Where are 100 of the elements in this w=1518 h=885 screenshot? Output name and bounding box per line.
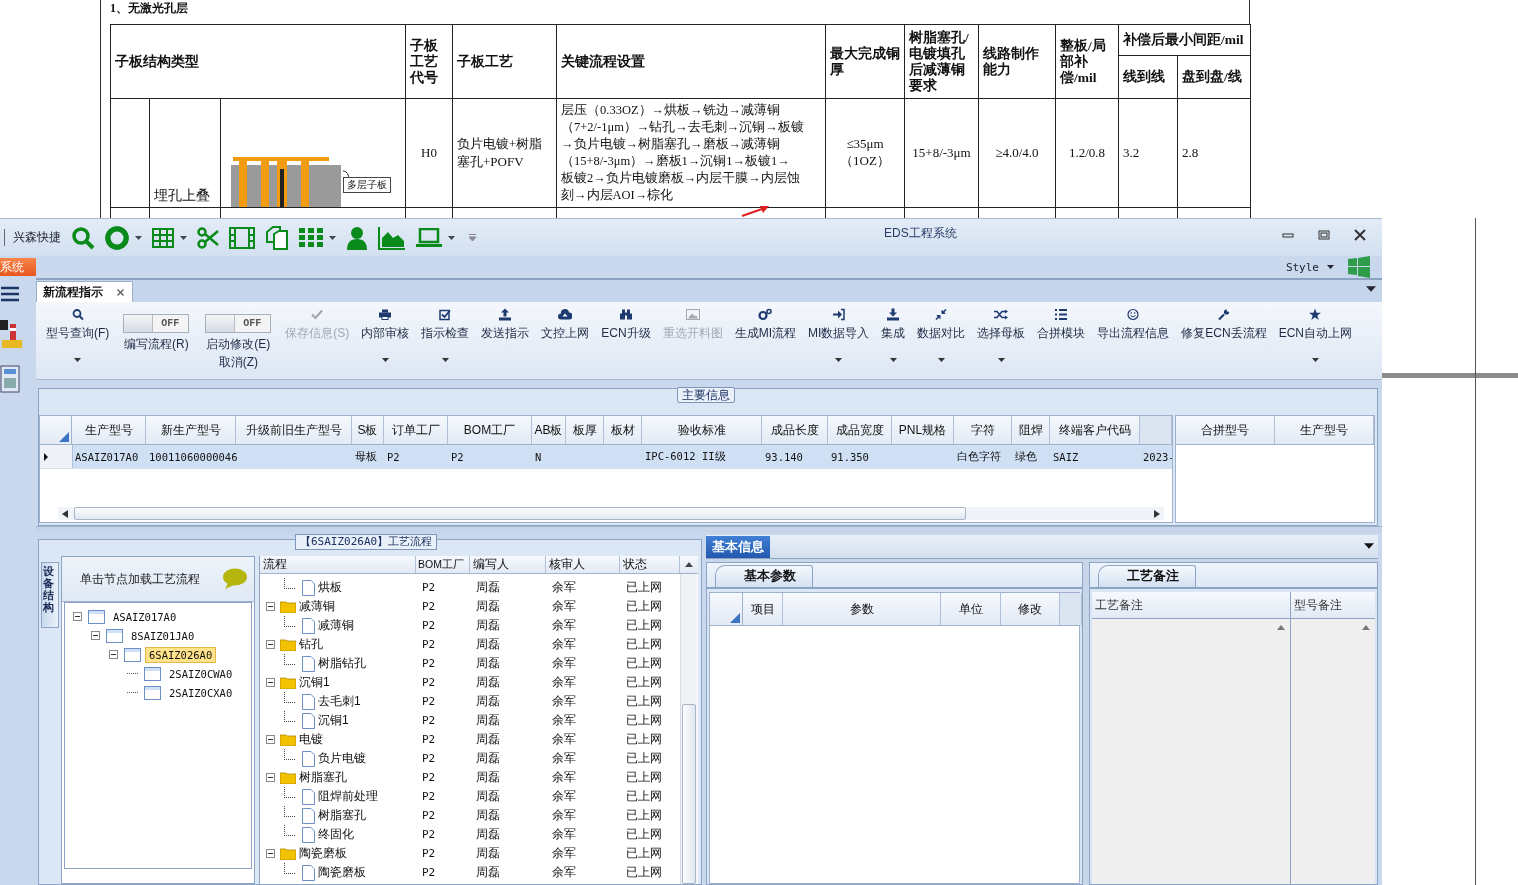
collapse-icon[interactable]: [266, 602, 275, 611]
caret-icon[interactable]: [180, 235, 187, 240]
column-header[interactable]: BOM工厂: [448, 416, 532, 444]
customize-icon[interactable]: [469, 234, 476, 241]
tree-node[interactable]: 减薄铜: [318, 617, 354, 634]
column-header[interactable]: 生产型号: [72, 416, 146, 444]
restore-icon[interactable]: [1318, 229, 1330, 241]
grid-icon[interactable]: [299, 227, 323, 248]
ribbon-button[interactable]: 发送指示: [480, 302, 531, 342]
column-header[interactable]: 订单工厂: [384, 416, 448, 444]
ribbon-button[interactable]: ECN自动上网: [1277, 302, 1354, 342]
caret-icon[interactable]: [937, 358, 945, 362]
column-header[interactable]: 参数: [783, 593, 941, 625]
ribbon-button[interactable]: ECN升级: [600, 302, 652, 342]
tree-node[interactable]: 沉铜1: [299, 674, 330, 691]
tree-node[interactable]: 去毛刺1: [318, 693, 361, 710]
toggle-switch[interactable]: OFF: [205, 314, 272, 333]
tree-node[interactable]: 钻孔: [299, 636, 323, 653]
caret-icon[interactable]: [448, 235, 455, 240]
ribbon-button[interactable]: 集成: [880, 302, 907, 342]
column-header[interactable]: AB板: [532, 416, 566, 444]
tree-node[interactable]: 树脂钻孔: [318, 655, 366, 672]
calculator-icon[interactable]: [0, 364, 22, 394]
caret-icon[interactable]: [1311, 358, 1319, 362]
collapse-icon[interactable]: [91, 631, 100, 640]
ribbon-button[interactable]: 修复ECN丢流程: [1180, 302, 1268, 342]
sub-tab[interactable]: 基本参数: [715, 565, 813, 587]
close-icon[interactable]: [1354, 229, 1366, 241]
collapse-icon[interactable]: [266, 735, 275, 744]
menu-icon[interactable]: [1, 286, 19, 302]
copy-icon[interactable]: [265, 225, 289, 250]
tree-node[interactable]: 陶瓷磨板: [299, 845, 347, 862]
ribbon-button[interactable]: 内部审核: [360, 302, 411, 342]
tree-node[interactable]: 陶瓷磨板: [318, 864, 366, 881]
scissors-icon[interactable]: [197, 226, 219, 249]
column-header[interactable]: 核审人: [546, 556, 620, 573]
column-header[interactable]: 阻焊: [1012, 416, 1050, 444]
vertical-scrollbar[interactable]: [680, 574, 697, 884]
person-icon[interactable]: [346, 225, 368, 250]
column-header[interactable]: 验收标准: [642, 416, 762, 444]
column-header[interactable]: 新生产型号: [146, 416, 236, 444]
caret-icon[interactable]: [889, 358, 897, 362]
tree-node[interactable]: 烘板: [318, 579, 342, 596]
table-icon[interactable]: [152, 227, 174, 248]
film-icon[interactable]: [229, 226, 255, 249]
style-menu[interactable]: Style: [1285, 260, 1319, 274]
tree-node[interactable]: 沉铜1: [318, 712, 349, 729]
collapse-icon[interactable]: [266, 773, 275, 782]
column-header[interactable]: 板材: [604, 416, 642, 444]
scroll-left-icon[interactable]: [62, 509, 68, 518]
caret-icon[interactable]: [441, 358, 449, 362]
table-row[interactable]: ASAIZ017A0 10011060000046 母板 P2 P2 N IPC-6012 II级 93.140 91.350 白色字符 绿色 SAIZ 2023-: [40, 445, 1172, 469]
tree-node[interactable]: 6SAIZ026A0: [145, 646, 217, 663]
ribbon-button[interactable]: 指示检查: [420, 302, 471, 342]
horizontal-scrollbar[interactable]: [58, 507, 1164, 520]
tree-node[interactable]: 减薄铜: [299, 598, 335, 615]
collapse-icon[interactable]: [109, 650, 118, 659]
column-header[interactable]: PNL规格: [892, 416, 954, 444]
sub-tab[interactable]: 工艺备注: [1098, 565, 1196, 587]
lighthouse-icon[interactable]: [0, 318, 22, 348]
panel-tab[interactable]: 基本信息: [706, 536, 770, 558]
collapse-icon[interactable]: [266, 678, 275, 687]
caret-icon[interactable]: [381, 358, 389, 362]
collapse-icon[interactable]: [266, 849, 275, 858]
collapse-icon[interactable]: [73, 612, 82, 621]
tree-node[interactable]: 2SAIZ0CXA0: [165, 684, 237, 701]
tree-node[interactable]: 树脂塞孔: [299, 769, 347, 786]
toggle-switch[interactable]: OFF: [123, 314, 190, 333]
splitter-handle[interactable]: [36, 526, 1382, 533]
column-header[interactable]: 编写人: [470, 556, 546, 573]
ribbon-button[interactable]: 文控上网: [540, 302, 591, 342]
search-icon[interactable]: [71, 225, 95, 250]
column-header[interactable]: 流程: [260, 556, 416, 573]
ribbon-button[interactable]: 生成MI流程: [733, 302, 797, 342]
tree-node[interactable]: 树脂塞孔: [318, 807, 366, 824]
caret-icon[interactable]: [74, 358, 82, 362]
tree-node[interactable]: 阻焊前处理: [318, 788, 378, 805]
column-header[interactable]: 板厚: [566, 416, 604, 444]
ribbon-button[interactable]: 数据对比: [916, 302, 967, 342]
caret-icon[interactable]: [135, 235, 142, 240]
ribbon-button[interactable]: 选择母板: [976, 302, 1027, 342]
tree-node[interactable]: 负片电镀: [318, 750, 366, 767]
scroll-up-icon[interactable]: [1362, 625, 1370, 630]
column-header[interactable]: 成品长度: [762, 416, 828, 444]
tree-node[interactable]: 电镀: [299, 731, 323, 748]
scroll-up-icon[interactable]: [685, 562, 693, 567]
caret-icon[interactable]: [329, 235, 336, 240]
column-header[interactable]: S板: [352, 416, 384, 444]
side-tab[interactable]: 设备结构: [41, 562, 59, 628]
column-header[interactable]: 成品宽度: [828, 416, 892, 444]
lifebuoy-icon[interactable]: [105, 225, 129, 250]
collapse-icon[interactable]: [266, 640, 275, 649]
column-header[interactable]: 项目: [743, 593, 783, 625]
area-chart-icon[interactable]: [378, 225, 406, 250]
caret-icon[interactable]: [835, 358, 843, 362]
close-icon[interactable]: [117, 288, 124, 296]
scroll-up-icon[interactable]: [1277, 625, 1285, 630]
caret-icon[interactable]: [1366, 286, 1376, 292]
ribbon-button[interactable]: 合拼模块: [1036, 302, 1087, 342]
column-header[interactable]: 字符: [954, 416, 1012, 444]
